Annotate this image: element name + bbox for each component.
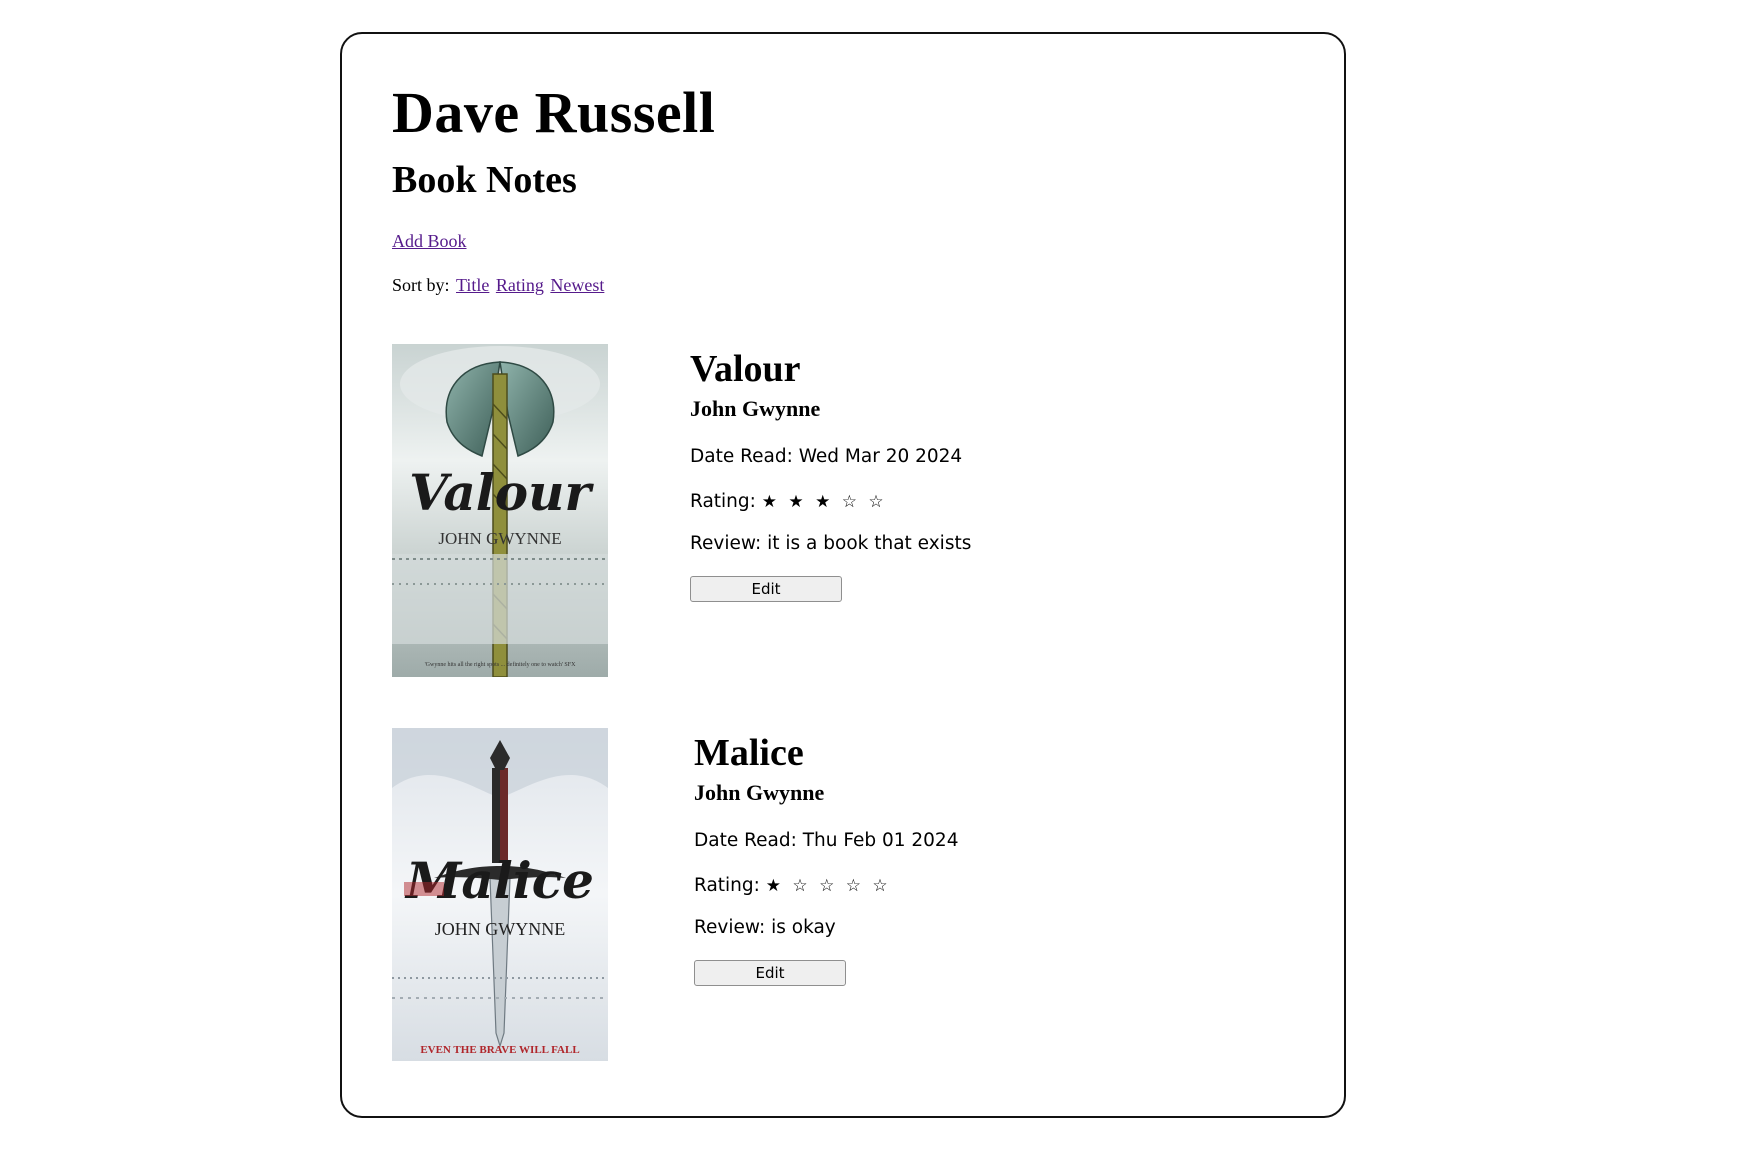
edit-button[interactable]: Edit [690, 576, 842, 602]
book-cover-image: Valour JOHN GWYNNE 'Gwynne hits all the … [392, 344, 608, 677]
cover-blurb-text: 'Gwynne hits all the right spots ... def… [425, 661, 576, 668]
book-author: John Gwynne [694, 780, 825, 805]
rating-row: Rating: ★ ★ ★ ☆ ☆ [690, 491, 887, 512]
cover-title-text: Valour [409, 463, 594, 522]
cover-title-text: Malice [404, 851, 594, 910]
rating-label: Rating: [690, 491, 756, 512]
site-subtitle: Book Notes [392, 159, 577, 201]
review-text: Review: is okay [694, 917, 836, 938]
add-book-link[interactable]: Add Book [392, 231, 467, 252]
malice-cover-art: Malice JOHN GWYNNE EVEN THE BRAVE WILL F… [392, 728, 608, 1061]
book-cover-image: Malice JOHN GWYNNE EVEN THE BRAVE WILL F… [392, 728, 608, 1061]
book-notes-card: Dave Russell Book Notes Add Book Sort by… [340, 32, 1346, 1118]
rating-stars: ★ ☆ ☆ ☆ ☆ [765, 876, 891, 896]
sort-by-newest-link[interactable]: Newest [550, 275, 604, 295]
date-read: Date Read: Thu Feb 01 2024 [694, 830, 959, 851]
edit-button[interactable]: Edit [694, 960, 846, 986]
cover-author-text: JOHN GWYNNE [435, 919, 565, 939]
book-entry: Valour JOHN GWYNNE 'Gwynne hits all the … [392, 344, 1292, 684]
book-title: Malice [694, 732, 804, 774]
cover-author-text: JOHN GWYNNE [438, 529, 561, 548]
site-title: Dave Russell [392, 80, 716, 145]
book-title: Valour [690, 348, 801, 390]
book-author: John Gwynne [690, 396, 821, 421]
cover-tagline-text: EVEN THE BRAVE WILL FALL [420, 1044, 579, 1056]
sort-by-rating-link[interactable]: Rating [496, 275, 544, 295]
date-read: Date Read: Wed Mar 20 2024 [690, 446, 963, 467]
sort-by-title-link[interactable]: Title [456, 275, 489, 295]
valour-cover-art: Valour JOHN GWYNNE 'Gwynne hits all the … [392, 344, 608, 677]
rating-label: Rating: [694, 875, 760, 896]
sort-bar: Sort by: Title Rating Newest [392, 275, 604, 296]
sort-label: Sort by: [392, 275, 450, 295]
book-entry: Malice JOHN GWYNNE EVEN THE BRAVE WILL F… [392, 728, 1292, 1068]
rating-stars: ★ ★ ★ ☆ ☆ [761, 492, 887, 512]
rating-row: Rating: ★ ☆ ☆ ☆ ☆ [694, 875, 891, 896]
review-text: Review: it is a book that exists [690, 533, 972, 554]
